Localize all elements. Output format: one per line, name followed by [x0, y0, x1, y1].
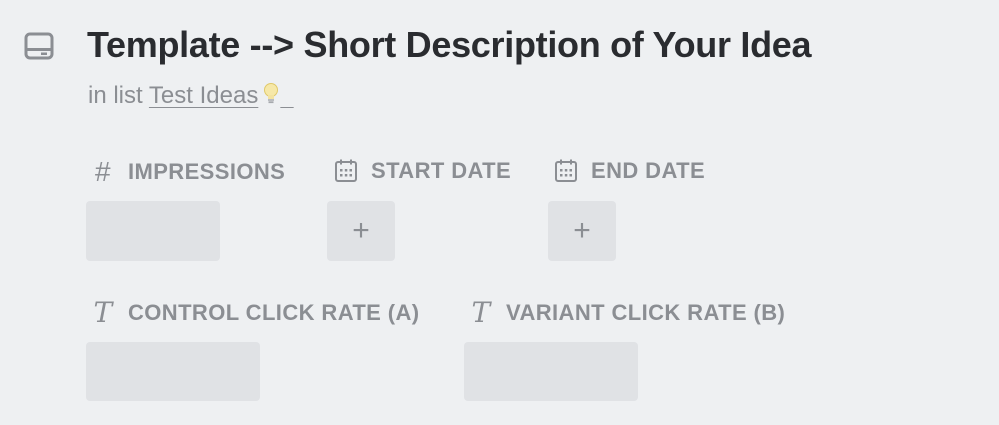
variant-click-rate-input[interactable] [464, 342, 638, 401]
list-prefix: in list [88, 82, 143, 109]
impressions-label: # IMPRESSIONS [90, 158, 285, 186]
plus-icon: + [573, 214, 591, 247]
end-date-label-text: END DATE [591, 158, 706, 183]
end-date-label: END DATE [553, 158, 705, 184]
control-click-rate-input[interactable] [86, 342, 260, 401]
plus-icon: + [352, 214, 370, 247]
start-date-label: START DATE [333, 158, 511, 184]
impressions-input[interactable] [86, 201, 220, 261]
hash-icon: # [95, 156, 111, 187]
text-icon: T [471, 296, 491, 329]
control-click-rate-label: T CONTROL CLICK RATE (A) [90, 299, 420, 327]
list-name: Test Ideas [148, 82, 259, 109]
control-click-rate-label-text: CONTROL CLICK RATE (A) [128, 300, 420, 325]
list-location: in list Test Ideas [88, 82, 294, 113]
calendar-icon [333, 158, 359, 184]
start-date-label-text: START DATE [371, 158, 512, 183]
card-title[interactable]: Template --> Short Description of Your I… [87, 24, 812, 66]
impressions-label-text: IMPRESSIONS [128, 159, 286, 184]
variant-click-rate-label-text: VARIANT CLICK RATE (B) [506, 300, 786, 325]
text-icon: T [93, 296, 113, 329]
list-link[interactable]: Test Ideas [149, 82, 294, 109]
end-date-add-button[interactable]: + [548, 201, 616, 261]
variant-click-rate-label: T VARIANT CLICK RATE (B) [468, 299, 785, 327]
calendar-icon [553, 158, 579, 184]
card-icon [24, 32, 54, 60]
start-date-add-button[interactable]: + [327, 201, 395, 261]
lightbulb-icon [262, 82, 280, 113]
